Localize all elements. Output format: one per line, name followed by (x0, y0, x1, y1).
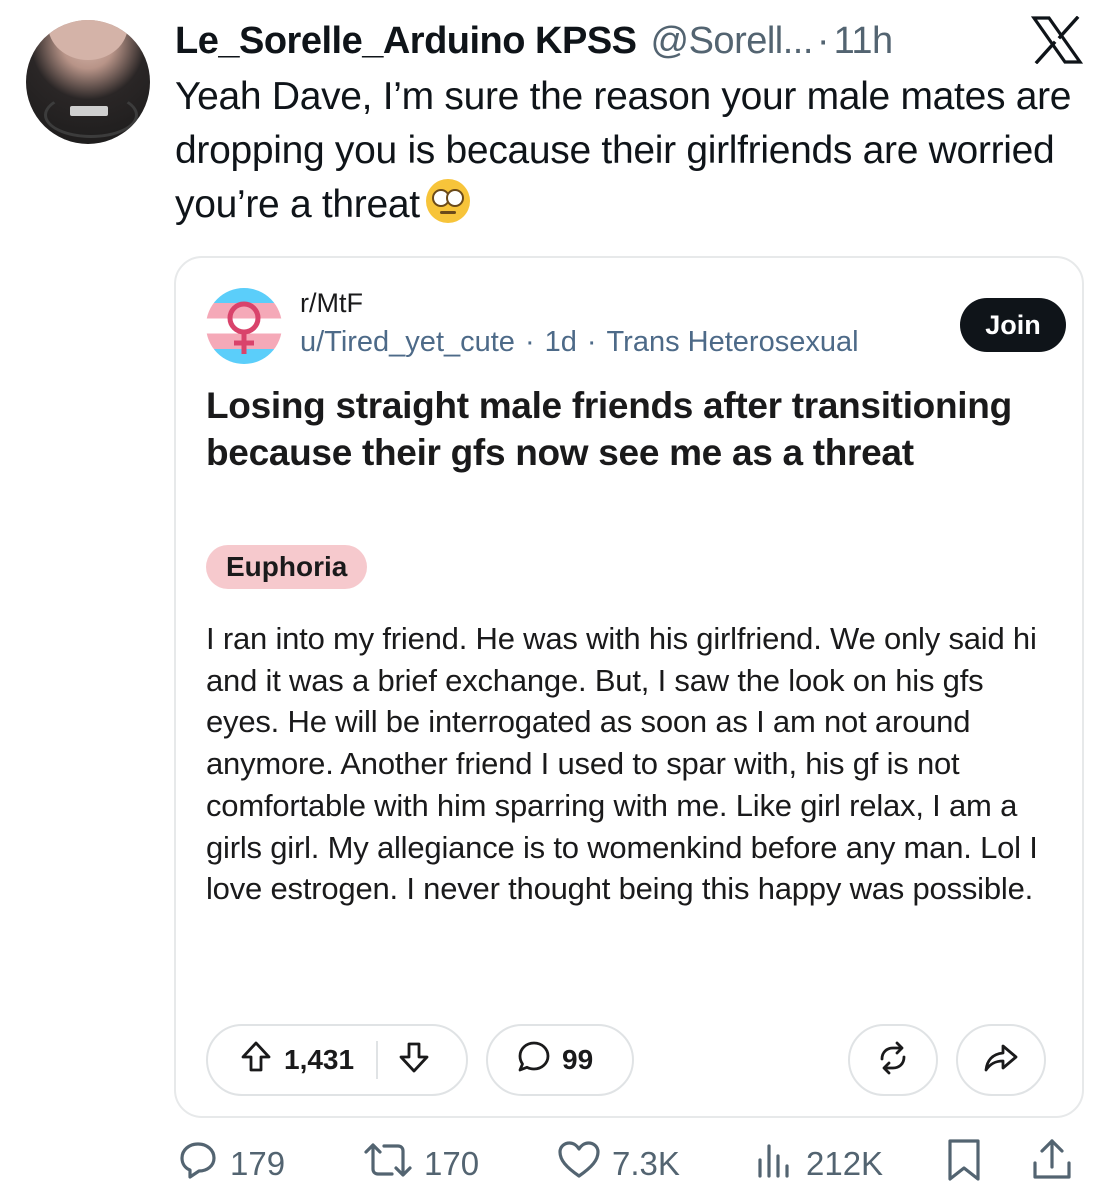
post-flair[interactable]: Euphoria (206, 545, 368, 589)
header-separator: · (816, 19, 830, 62)
views-button[interactable]: 212K (752, 1136, 883, 1192)
post-body: I ran into my friend. He was with his gi… (206, 621, 1038, 907)
like-button[interactable]: 7.3K (556, 1136, 680, 1192)
quoted-reddit-post[interactable]: r/MtF u/Tired_yet_cute · 1d · Trans Heterose… (174, 256, 1084, 1118)
view-count: 212K (806, 1145, 884, 1182)
meta-dot: · (586, 326, 597, 358)
post-title[interactable]: Losing straight male friends after trans… (206, 382, 1046, 476)
comments-button[interactable]: 99 (486, 1024, 634, 1096)
repost-count: 170 (424, 1145, 480, 1182)
share-upload-icon (1030, 1137, 1074, 1191)
meta-dot: · (524, 326, 535, 358)
like-count: 7.3K (612, 1145, 680, 1182)
vote-divider (376, 1041, 379, 1079)
comment-count: 99 (562, 1044, 594, 1075)
display-name[interactable]: Le_Sorelle_Arduino KPSS (175, 20, 637, 63)
rolling-eyes-emoji-icon (425, 179, 470, 223)
user-flair: Trans Heterosexual (606, 326, 859, 358)
heart-icon (556, 1138, 602, 1190)
post-age: 1d (544, 326, 577, 358)
subreddit-icon[interactable] (206, 288, 282, 364)
upvote-icon[interactable] (238, 1039, 274, 1082)
join-button[interactable]: Join (960, 298, 1066, 352)
tweet-text: Yeah Dave, I’m sure the reason your male… (175, 70, 1085, 232)
bookmark-button[interactable] (944, 1136, 984, 1192)
avatar-face (48, 20, 128, 60)
crosspost-icon (874, 1039, 912, 1082)
crosspost-button[interactable] (848, 1024, 938, 1096)
share-button[interactable] (1030, 1136, 1074, 1192)
share-arrow-icon (982, 1039, 1020, 1082)
vote-pill: 1,431 (206, 1024, 468, 1096)
reply-button[interactable]: 179 (176, 1136, 285, 1192)
reddit-share-button[interactable] (956, 1024, 1046, 1096)
post-meta: u/Tired_yet_cute · 1d · Trans Heterosexual (300, 326, 859, 359)
repost-icon (362, 1138, 414, 1190)
subreddit-name[interactable]: r/MtF (300, 288, 363, 319)
tweet-screenshot: Le_Sorelle_Arduino KPSS @Sorell... · 11h… (0, 0, 1107, 1200)
user-avatar[interactable] (26, 20, 150, 144)
reply-count: 179 (230, 1145, 286, 1182)
post-author[interactable]: u/Tired_yet_cute (300, 326, 515, 358)
repost-button[interactable]: 170 (362, 1136, 479, 1192)
upvote-count: 1,431 (284, 1044, 355, 1075)
tweet-time[interactable]: 11h (834, 20, 894, 63)
bookmark-icon (944, 1137, 984, 1191)
avatar-necklace (70, 106, 108, 116)
comment-bubble-icon (516, 1039, 552, 1082)
tweet-header: Le_Sorelle_Arduino KPSS @Sorell... · 11h (175, 15, 1084, 66)
reply-icon (176, 1138, 220, 1190)
downvote-icon[interactable] (396, 1039, 432, 1082)
analytics-bars-icon (752, 1138, 796, 1190)
tweet-action-bar: 179 170 7.3K 212K (0, 1136, 1107, 1192)
tweet-text-content: Yeah Dave, I’m sure the reason your male… (175, 75, 1072, 226)
x-logo-icon (1030, 15, 1084, 65)
user-handle[interactable]: @Sorell... (651, 20, 814, 63)
